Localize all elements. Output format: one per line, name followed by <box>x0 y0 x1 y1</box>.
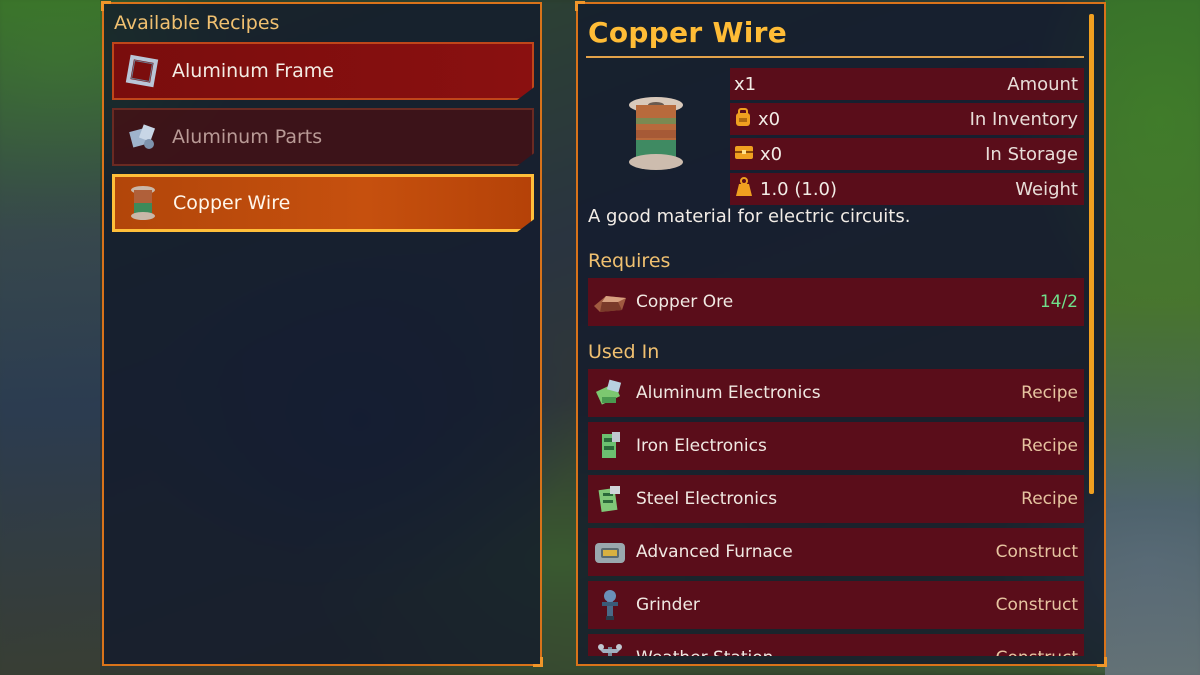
stat-label: Weight <box>1015 178 1078 200</box>
aluminum-parts-icon <box>124 119 160 155</box>
item-detail-panel: Copper Wire x1 Amount x0 In Inventory x0… <box>575 1 1107 667</box>
requirement-count: 14/2 <box>1039 292 1078 312</box>
stat-in-inventory: x0 In Inventory <box>730 103 1084 135</box>
stat-label: In Inventory <box>969 108 1078 130</box>
stat-amount: x1 Amount <box>730 68 1084 100</box>
used-in-row-grinder[interactable]: Grinder Construct <box>588 581 1084 629</box>
weather-station-icon <box>592 640 628 656</box>
requirement-name: Copper Ore <box>636 292 734 312</box>
stat-value: x0 <box>758 108 781 130</box>
aluminum-frame-icon <box>124 53 160 89</box>
used-in-type: Recipe <box>1021 383 1078 403</box>
aluminum-electronics-icon <box>592 375 628 411</box>
used-in-type: Construct <box>995 542 1078 562</box>
panel-corner-decoration <box>101 1 111 11</box>
background-right-scenery <box>1105 0 1200 675</box>
stat-label: In Storage <box>985 143 1078 165</box>
background-left-scenery <box>0 0 100 675</box>
item-title: Copper Wire <box>588 16 787 49</box>
item-description: A good material for electric circuits. <box>588 206 911 227</box>
used-in-row-steel-electronics[interactable]: Steel Electronics Recipe <box>588 475 1084 523</box>
used-in-type: Construct <box>996 648 1078 656</box>
used-in-name: Advanced Furnace <box>636 542 793 562</box>
requirement-row[interactable]: Copper Ore 14/2 <box>588 278 1084 326</box>
used-in-name: Grinder <box>636 595 700 615</box>
item-preview-image <box>626 96 686 172</box>
detail-scroll-area[interactable]: Copper Wire x1 Amount x0 In Inventory x0… <box>578 4 1104 656</box>
stat-value: x1 <box>734 73 757 95</box>
stat-value: 1.0 (1.0) <box>760 178 838 200</box>
recipe-label: Copper Wire <box>173 192 291 214</box>
advanced-furnace-icon <box>592 534 628 570</box>
used-in-row-iron-electronics[interactable]: Iron Electronics Recipe <box>588 422 1084 470</box>
used-in-type: Construct <box>995 595 1078 615</box>
copper-wire-icon <box>125 185 161 221</box>
recipes-panel: Available Recipes Aluminum Frame Aluminu… <box>101 1 543 667</box>
recipe-label: Aluminum Parts <box>172 126 323 148</box>
used-in-type: Recipe <box>1021 489 1078 509</box>
requires-heading: Requires <box>588 250 671 272</box>
chest-icon <box>734 144 754 165</box>
panel-corner-decoration <box>1097 657 1107 667</box>
stat-in-storage: x0 In Storage <box>730 138 1084 170</box>
iron-electronics-icon <box>592 428 628 464</box>
grinder-icon <box>592 587 628 623</box>
steel-electronics-icon <box>592 481 628 517</box>
used-in-row-aluminum-electronics[interactable]: Aluminum Electronics Recipe <box>588 369 1084 417</box>
used-in-name: Steel Electronics <box>636 489 778 509</box>
recipe-item-aluminum-parts[interactable]: Aluminum Parts <box>112 108 534 166</box>
used-in-row-advanced-furnace[interactable]: Advanced Furnace Construct <box>588 528 1084 576</box>
recipe-item-copper-wire[interactable]: Copper Wire <box>112 174 534 232</box>
copper-ore-icon <box>592 284 628 320</box>
used-in-name: Weather Station <box>636 648 773 656</box>
stat-label: Amount <box>1007 73 1078 95</box>
used-in-heading: Used In <box>588 341 660 363</box>
backpack-icon <box>734 107 752 132</box>
recipe-label: Aluminum Frame <box>172 60 334 82</box>
weight-icon <box>734 176 754 202</box>
used-in-row-weather-station[interactable]: Weather Station Construct <box>588 634 1084 656</box>
recipe-item-aluminum-frame[interactable]: Aluminum Frame <box>112 42 534 100</box>
used-in-name: Aluminum Electronics <box>636 383 821 403</box>
used-in-type: Recipe <box>1021 436 1078 456</box>
panel-corner-decoration <box>533 657 543 667</box>
used-in-name: Iron Electronics <box>636 436 767 456</box>
stat-weight: 1.0 (1.0) Weight <box>730 173 1084 205</box>
recipes-heading: Available Recipes <box>114 12 280 34</box>
title-divider <box>586 56 1084 58</box>
stat-value: x0 <box>760 143 783 165</box>
detail-scrollbar[interactable] <box>1089 14 1094 494</box>
